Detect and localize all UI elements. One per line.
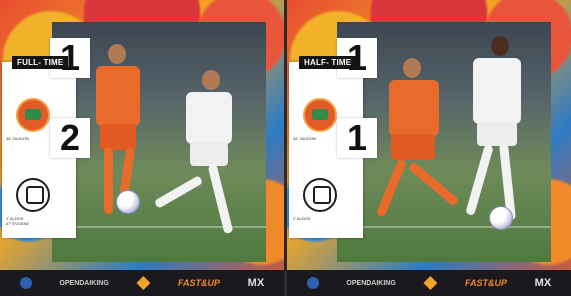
home-scorer: 36' TAUDON [293, 136, 316, 141]
away-scorer: 2' ALDOS [293, 216, 311, 221]
player-jersey [473, 58, 521, 124]
sponsor-brand-b: FAST&UP [178, 278, 221, 288]
sponsor-brand-b: FAST&UP [465, 278, 508, 288]
away-scorers: 2' ALDOS [293, 216, 341, 221]
sponsor-logo-icon [19, 277, 32, 289]
match-status-badge: FULL- TIME [12, 56, 69, 69]
sponsor-logo-icon [306, 277, 319, 289]
away-score: 2 [50, 118, 90, 158]
player-jersey [96, 66, 140, 126]
away-club-crest-icon [303, 178, 337, 212]
player-leg [407, 161, 460, 207]
player-jersey [186, 92, 232, 144]
player-head [108, 44, 126, 64]
sponsor-logo-icon [423, 276, 438, 290]
home-club-crest-icon [16, 98, 50, 132]
sponsor-bar: OPENDAIKING FAST&UP MX [287, 270, 571, 296]
match-status-badge: HALF- TIME [299, 56, 357, 69]
player-away [153, 70, 250, 250]
player-shorts [477, 122, 517, 146]
sponsor-brand-a: OPENDAIKING [59, 279, 109, 287]
player-head [403, 58, 421, 78]
player-head [202, 70, 220, 90]
home-scorer: 36' TAUDON [6, 136, 29, 141]
player-away [455, 36, 535, 236]
match-card-full-time: 36' TAUDON 2' ALDOS 67' EVGENE FULL- TIM… [0, 0, 284, 296]
player-shorts [190, 142, 228, 166]
player-leg [376, 158, 407, 218]
player-shorts [391, 134, 435, 160]
match-card-half-time: 36' TAUDON 2' ALDOS HALF- TIME 1 1 OPEND… [287, 0, 571, 296]
player-jersey [389, 80, 439, 136]
sponsor-brand-c: MX [247, 277, 265, 289]
player-leg [153, 175, 204, 209]
sponsor-brand-a: OPENDAIKING [346, 279, 396, 287]
player-leg [104, 148, 113, 214]
player-shorts [100, 124, 136, 150]
football-icon [116, 190, 140, 214]
player-leg [207, 163, 234, 235]
away-score: 1 [337, 118, 377, 158]
sponsor-logo-icon [136, 276, 151, 290]
sponsor-bar: OPENDAIKING FAST&UP MX [0, 270, 284, 296]
home-club-crest-icon [303, 98, 337, 132]
away-scorer: 67' EVGENE [6, 221, 29, 226]
sponsor-brand-c: MX [534, 277, 552, 289]
player-head [491, 36, 509, 56]
away-club-crest-icon [16, 178, 50, 212]
football-icon [489, 206, 513, 230]
player-leg [465, 144, 494, 216]
player-home [367, 58, 460, 238]
away-scorers: 2' ALDOS 67' EVGENE [6, 216, 54, 226]
